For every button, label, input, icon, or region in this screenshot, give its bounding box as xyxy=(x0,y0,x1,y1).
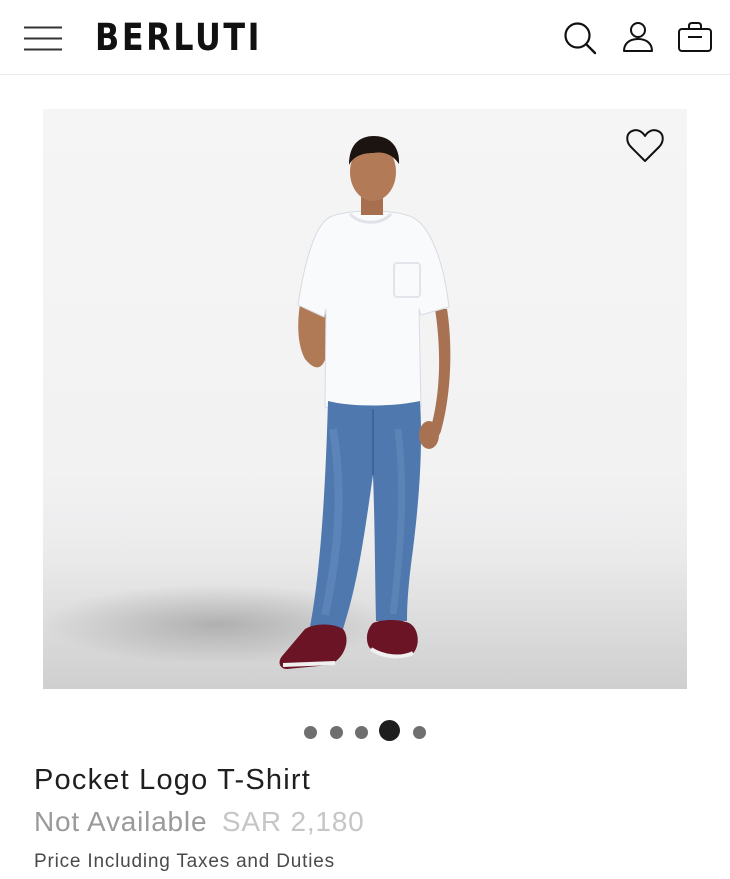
hamburger-menu-icon xyxy=(24,26,62,51)
user-icon xyxy=(623,22,653,52)
shopping-bag-icon xyxy=(678,22,712,52)
menu-button[interactable] xyxy=(24,26,62,52)
availability-status: Not Available xyxy=(34,806,208,837)
shopping-bag-button[interactable] xyxy=(677,20,713,54)
carousel-pagination xyxy=(300,718,430,744)
carousel-dot-4-active[interactable] xyxy=(379,720,400,741)
search-icon xyxy=(564,22,597,55)
search-button[interactable] xyxy=(563,21,597,55)
carousel-dot-2[interactable] xyxy=(330,726,343,739)
account-button[interactable] xyxy=(621,20,655,54)
wishlist-button[interactable] xyxy=(626,128,664,164)
heart-icon xyxy=(626,129,664,162)
carousel-dot-1[interactable] xyxy=(304,726,317,739)
product-image[interactable] xyxy=(43,109,687,689)
carousel-dot-5[interactable] xyxy=(413,726,426,739)
brand-logo[interactable]: BERLUTI xyxy=(95,16,262,60)
site-header: BERLUTI xyxy=(0,0,730,75)
product-price: SAR 2,180 xyxy=(221,806,365,837)
availability-price-row: Not Available SAR 2,180 xyxy=(34,806,365,838)
carousel-dot-3[interactable] xyxy=(355,726,368,739)
product-title: Pocket Logo T-Shirt xyxy=(34,764,311,796)
tax-note: Price Including Taxes and Duties xyxy=(34,851,335,872)
model-photo xyxy=(43,136,687,689)
